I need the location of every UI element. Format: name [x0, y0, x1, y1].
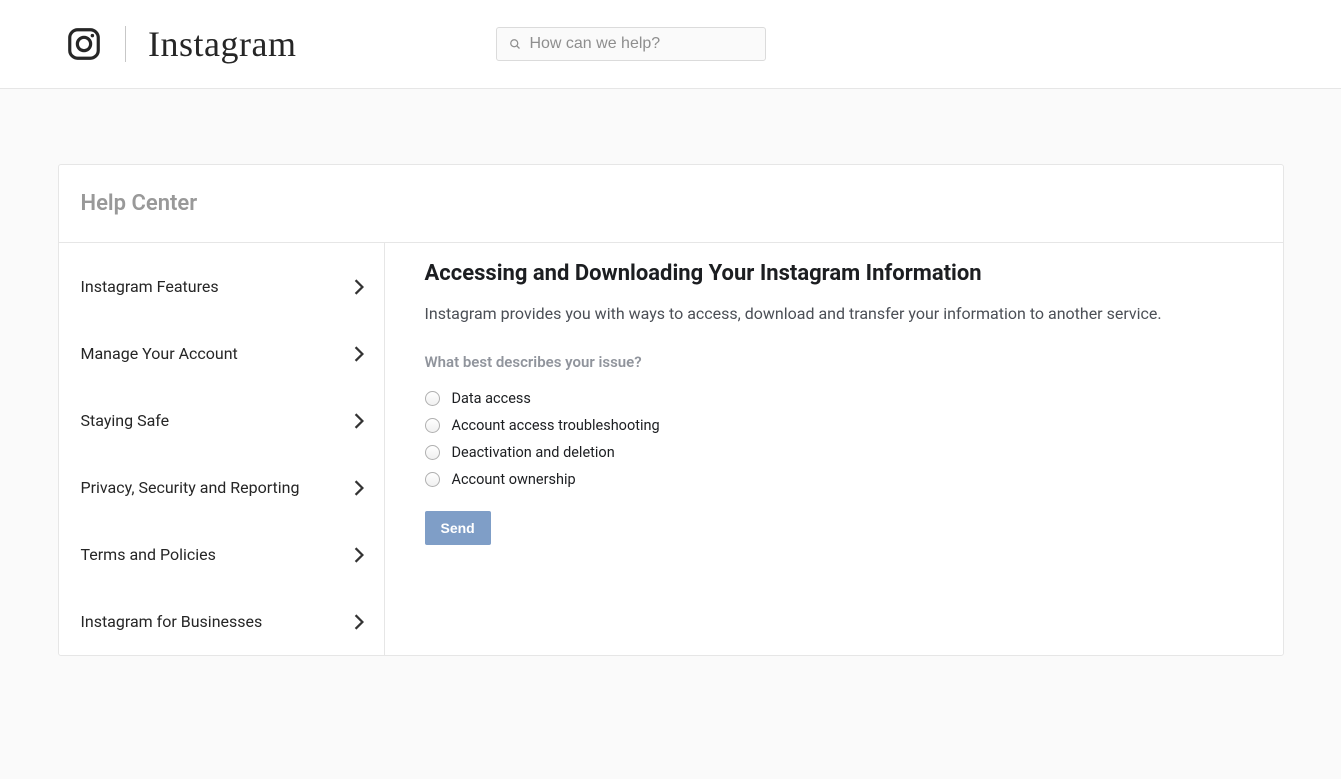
radio-icon: [425, 418, 440, 433]
chevron-right-icon: [354, 614, 364, 630]
option-deactivation-deletion[interactable]: Deactivation and deletion: [425, 439, 1253, 466]
help-card: Help Center Instagram Features Manage Yo…: [58, 164, 1284, 656]
sidebar-item-label: Staying Safe: [81, 411, 170, 430]
sidebar-item-businesses[interactable]: Instagram for Businesses: [59, 588, 384, 655]
option-account-access-troubleshooting[interactable]: Account access troubleshooting: [425, 412, 1253, 439]
page: Help Center Instagram Features Manage Yo…: [0, 89, 1341, 656]
chevron-right-icon: [354, 547, 364, 563]
page-title[interactable]: Help Center: [81, 191, 1261, 216]
card-body: Instagram Features Manage Your Account S…: [59, 243, 1283, 655]
option-data-access[interactable]: Data access: [425, 385, 1253, 412]
article-heading: Accessing and Downloading Your Instagram…: [425, 261, 1253, 286]
instagram-camera-icon: [65, 25, 103, 63]
topbar: Instagram: [0, 0, 1341, 89]
instagram-wordmark: Instagram: [148, 23, 296, 65]
sidebar-item-label: Manage Your Account: [81, 344, 238, 363]
sidebar-item-terms-policies[interactable]: Terms and Policies: [59, 521, 384, 588]
main-content: Accessing and Downloading Your Instagram…: [385, 243, 1283, 655]
article-intro: Instagram provides you with ways to acce…: [425, 304, 1253, 323]
sidebar-item-label: Privacy, Security and Reporting: [81, 478, 300, 497]
sidebar-item-features[interactable]: Instagram Features: [59, 253, 384, 320]
search-icon: [509, 38, 521, 50]
logo-divider: [125, 26, 126, 62]
sidebar: Instagram Features Manage Your Account S…: [59, 243, 385, 655]
chevron-right-icon: [354, 480, 364, 496]
search-input[interactable]: [529, 35, 753, 53]
option-account-ownership[interactable]: Account ownership: [425, 466, 1253, 493]
radio-icon: [425, 472, 440, 487]
option-label: Account ownership: [452, 471, 576, 488]
brand-area[interactable]: Instagram: [65, 23, 296, 65]
card-header: Help Center: [59, 165, 1283, 243]
issue-options: Data access Account access troubleshooti…: [425, 385, 1253, 493]
form-question: What best describes your issue?: [425, 353, 1253, 371]
sidebar-item-label: Terms and Policies: [81, 545, 216, 564]
chevron-right-icon: [354, 413, 364, 429]
send-button[interactable]: Send: [425, 511, 491, 545]
chevron-right-icon: [354, 279, 364, 295]
search-container: [496, 27, 766, 61]
chevron-right-icon: [354, 346, 364, 362]
option-label: Account access troubleshooting: [452, 417, 660, 434]
radio-icon: [425, 445, 440, 460]
sidebar-item-privacy-security[interactable]: Privacy, Security and Reporting: [59, 454, 384, 521]
sidebar-item-label: Instagram Features: [81, 277, 219, 296]
sidebar-item-staying-safe[interactable]: Staying Safe: [59, 387, 384, 454]
sidebar-item-label: Instagram for Businesses: [81, 612, 263, 631]
option-label: Data access: [452, 390, 531, 407]
search-box[interactable]: [496, 27, 766, 61]
sidebar-item-manage-account[interactable]: Manage Your Account: [59, 320, 384, 387]
option-label: Deactivation and deletion: [452, 444, 615, 461]
radio-icon: [425, 391, 440, 406]
